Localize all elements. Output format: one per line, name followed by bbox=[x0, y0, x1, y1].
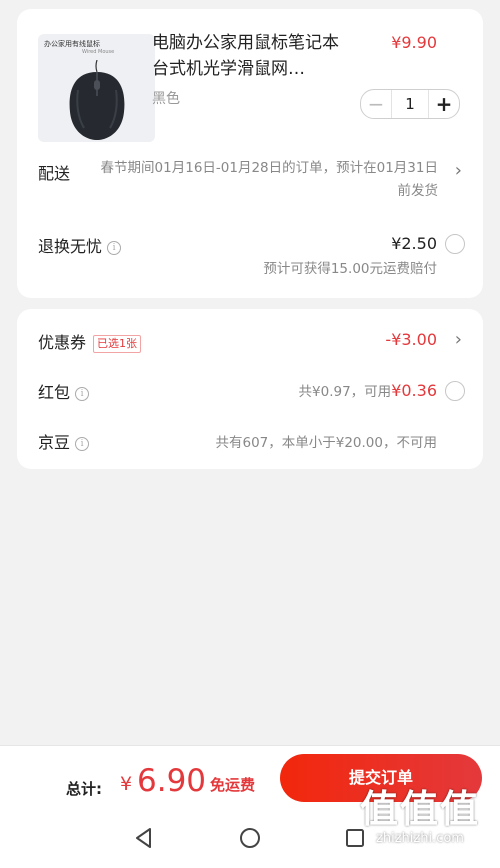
return-service-price: ¥2.50 bbox=[391, 234, 437, 253]
coupon-label: 优惠券 bbox=[38, 333, 87, 352]
total-currency: ¥ bbox=[120, 773, 133, 795]
info-icon[interactable]: i bbox=[107, 240, 122, 255]
watermark: 值值值 zhizhizhi.com bbox=[345, 788, 495, 863]
total-label: 总计: bbox=[66, 780, 102, 798]
coupon-badge: 已选1张 bbox=[93, 334, 142, 353]
return-service-radio[interactable] bbox=[445, 234, 465, 254]
jingdou-text: 共有607，本单小于¥20.00，不可用 bbox=[215, 435, 437, 451]
quantity-value[interactable]: 1 bbox=[391, 90, 429, 118]
jingdou-label: 京豆 bbox=[38, 433, 71, 452]
jingdou-row: 京豆 i bbox=[38, 429, 90, 453]
red-packet-usable: ¥0.36 bbox=[391, 381, 437, 400]
coupon-row[interactable]: 优惠券 已选1张 bbox=[38, 329, 142, 353]
product-image-caption: 办公家用有线鼠标 bbox=[44, 40, 100, 48]
return-service-row: 退换无忧 i bbox=[38, 233, 122, 257]
back-icon[interactable] bbox=[133, 827, 155, 849]
red-packet-row: 红包 i bbox=[38, 379, 90, 403]
discounts-card: 优惠券 已选1张 -¥3.00 › 红包 i 共¥0.97，可用¥0.36 京豆 i … bbox=[17, 309, 483, 469]
coupon-value: -¥3.00 bbox=[385, 330, 437, 349]
delivery-label: 配送 bbox=[38, 164, 71, 183]
watermark-glyphs: 值值值 bbox=[359, 787, 480, 831]
red-packet-total: 共¥0.97，可用 bbox=[298, 384, 392, 400]
watermark-url: zhizhizhi.com bbox=[376, 831, 464, 846]
product-price: ¥9.90 bbox=[391, 33, 437, 52]
product-image-subcaption: Wired Mouse bbox=[82, 49, 115, 55]
mouse-illustration bbox=[69, 60, 125, 140]
product-title[interactable]: 电脑办公家用鼠标笔记本台式机光学滑鼠网… bbox=[152, 30, 342, 82]
product-image[interactable]: 办公家用有线鼠标 Wired Mouse bbox=[38, 34, 155, 142]
return-service-label: 退换无忧 bbox=[38, 237, 103, 256]
red-packet-radio[interactable] bbox=[445, 381, 465, 401]
order-item-card: 办公家用有线鼠标 Wired Mouse 电脑办公家用鼠标笔记本台式机光学滑鼠网… bbox=[17, 9, 483, 298]
red-packet-label: 红包 bbox=[38, 383, 71, 402]
quantity-stepper: − 1 + bbox=[360, 89, 460, 119]
total-value: 6.90 bbox=[137, 763, 207, 799]
increase-quantity-button[interactable]: + bbox=[429, 90, 459, 118]
free-shipping-label: 免运费 bbox=[210, 776, 256, 794]
info-icon[interactable]: i bbox=[75, 436, 90, 451]
chevron-right-icon[interactable]: › bbox=[455, 329, 462, 350]
return-service-subtext: 预计可获得15.00元运费赔付 bbox=[263, 261, 437, 277]
chevron-right-icon[interactable]: › bbox=[455, 160, 462, 181]
red-packet-info: 共¥0.97，可用¥0.36 bbox=[299, 380, 437, 400]
home-icon[interactable] bbox=[239, 827, 261, 849]
product-variant: 黑色 bbox=[152, 91, 180, 107]
decrease-quantity-button[interactable]: − bbox=[361, 90, 391, 118]
delivery-text[interactable]: 春节期间01月16日-01月28日的订单，预计在01月31日前发货 bbox=[98, 157, 438, 203]
info-icon[interactable]: i bbox=[75, 386, 90, 401]
